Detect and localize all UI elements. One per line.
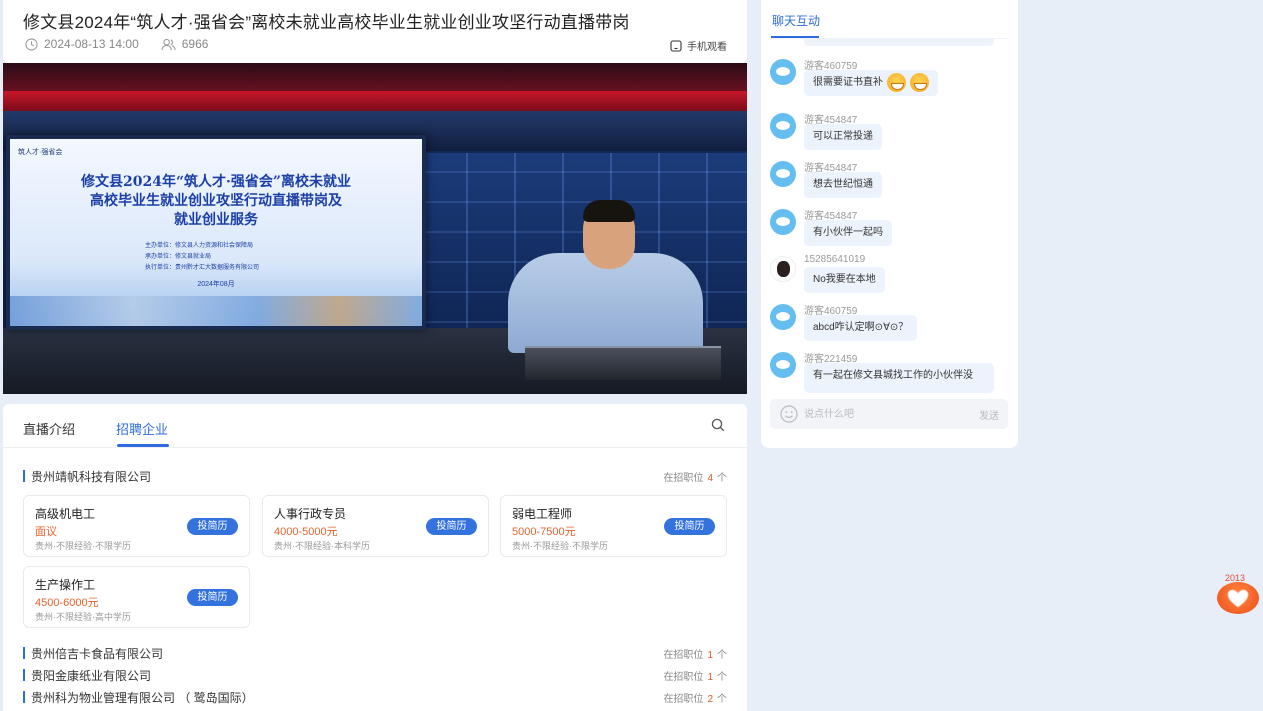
job-count: 在招职位 1 个 — [663, 672, 727, 683]
job-title: 人事行政专员 — [274, 507, 347, 521]
submit-resume-button[interactable]: 投简历 — [187, 518, 238, 535]
company-header[interactable]: 贵州靖帆科技有限公司 在招职位 4 个 — [23, 467, 727, 485]
like-button[interactable] — [1217, 582, 1259, 614]
city-skyline — [10, 296, 422, 326]
submit-resume-button[interactable]: 投简历 — [664, 518, 715, 535]
chat-panel: 聊天互动 游客460759 很需要证书直补 游客454847 可以正常投递 游客… — [761, 0, 1018, 448]
job-card[interactable]: 人事行政专员 4000-5000元 贵州·不限经验·本科学历 投简历 — [262, 495, 489, 557]
company-name: 贵州倍吉卡食品有限公司 — [31, 647, 164, 661]
screen-organizers: 主办单位：修文县人力资源和社会保障局 承办单位：修文县就业局 执行单位：贵州黔才… — [145, 243, 260, 271]
mobile-watch-button[interactable]: 手机观看 — [670, 38, 727, 53]
viewer-count-text: 6966 — [181, 37, 209, 51]
mobile-watch-label: 手机观看 — [687, 42, 727, 53]
studio-display-screen: 筑人才·强省会 修文县2024年“筑人才·强省会”离校未就业 高校毕业生就业创业… — [6, 135, 426, 330]
clock-icon — [25, 37, 38, 51]
avatar — [770, 113, 796, 139]
submit-resume-button[interactable]: 投简历 — [426, 518, 477, 535]
job-salary: 面议 — [35, 526, 57, 538]
job-salary: 4000-5000元 — [274, 526, 338, 538]
chat-bubble: abcd咋认定啊⊙∀⊙？ — [804, 315, 918, 341]
avatar — [770, 256, 796, 282]
heart-icon — [1227, 589, 1249, 608]
submit-resume-button[interactable]: 投简历 — [187, 589, 238, 606]
live-video-player[interactable]: 筑人才·强省会 修文县2024年“筑人才·强省会”离校未就业 高校毕业生就业创业… — [3, 63, 747, 394]
avatar — [770, 209, 796, 235]
screen-date: 2024年08月 — [197, 281, 235, 288]
job-count: 在招职位 2 个 — [663, 694, 727, 705]
emoji-icon[interactable] — [780, 405, 798, 423]
job-title: 生产操作工 — [35, 578, 96, 592]
chat-bubble: 很需要证书直补 — [804, 70, 938, 96]
company-header[interactable]: 贵州倍吉卡食品有限公司 在招职位 1 个 — [23, 644, 727, 662]
tab-chat[interactable]: 聊天互动 — [772, 12, 820, 29]
main-column: 修文县2024年“筑人才·强省会”离校未就业高校毕业生就业创业攻坚行动直播带岗 … — [3, 0, 747, 711]
tab-companies[interactable]: 招聘企业 — [116, 419, 168, 438]
job-requirements: 贵州·不限经验·本科学历 — [274, 541, 370, 551]
phone-icon — [670, 39, 682, 52]
avatar — [770, 59, 796, 85]
search-icon — [711, 418, 725, 432]
live-header: 修文县2024年“筑人才·强省会”离校未就业高校毕业生就业创业攻坚行动直播带岗 … — [3, 0, 747, 63]
job-count: 在招职位 1 个 — [663, 650, 727, 661]
job-count: 在招职位 4 个 — [663, 473, 727, 484]
avatar — [770, 161, 796, 187]
info-panel: 直播介绍 招聘企业 贵州靖帆科技有限公司 在招职位 4 个 高级机电工 面议 贵州·… — [3, 404, 747, 711]
viewer-count: 6966 — [161, 37, 209, 51]
grin-emoji-icon — [910, 72, 929, 92]
presenter-desk — [525, 346, 721, 380]
start-time-text: 2024-08-13 14:00 — [44, 37, 139, 51]
avatar — [770, 352, 796, 378]
job-requirements: 贵州·不限经验·高中学历 — [35, 612, 131, 622]
chat-input[interactable] — [804, 405, 954, 423]
chat-nickname: 15285641019 — [804, 254, 866, 265]
search-button[interactable] — [711, 418, 725, 437]
send-button[interactable]: 发送 — [979, 407, 999, 422]
job-card[interactable]: 弱电工程师 5000-7500元 贵州·不限经验·不限学历 投简历 — [500, 495, 727, 557]
chat-bubble: 可以正常投递 — [804, 124, 882, 150]
job-salary: 5000-7500元 — [512, 526, 576, 538]
company-name: 贵州科为物业管理有限公司 （ 鹭岛国际） — [31, 691, 254, 705]
job-requirements: 贵州·不限经验·不限学历 — [512, 541, 608, 551]
screen-title: 修文县2024年“筑人才·强省会”离校未就业 高校毕业生就业创业攻坚行动直播带岗… — [81, 174, 351, 228]
tab-bar: 直播介绍 招聘企业 — [3, 404, 747, 448]
job-card[interactable]: 高级机电工 面议 贵州·不限经验·不限学历 投简历 — [23, 495, 250, 557]
job-card[interactable]: 生产操作工 4500-6000元 贵州·不限经验·高中学历 投简历 — [23, 566, 250, 628]
company-header[interactable]: 贵州科为物业管理有限公司 （ 鹭岛国际） 在招职位 2 个 — [23, 688, 727, 706]
avatar — [770, 304, 796, 330]
tab-live-intro[interactable]: 直播介绍 — [23, 419, 75, 438]
page-title: 修文县2024年“筑人才·强省会”离校未就业高校毕业生就业创业攻坚行动直播带岗 — [23, 13, 630, 32]
active-tab-indicator — [117, 444, 169, 447]
chat-input-bar: 发送 — [770, 399, 1008, 429]
event-logo: 筑人才·强省会 — [18, 149, 63, 156]
chat-bubble: 想去世纪恒通 — [804, 172, 882, 198]
users-icon — [161, 38, 176, 50]
job-salary: 4500-6000元 — [35, 597, 99, 609]
job-title: 弱电工程师 — [512, 507, 573, 521]
job-requirements: 贵州·不限经验·不限学历 — [35, 541, 131, 551]
chat-bubble: No我要在本地 — [804, 267, 885, 293]
live-meta: 2024-08-13 14:00 6966 — [25, 37, 230, 51]
company-name: 贵州靖帆科技有限公司 — [31, 470, 152, 484]
company-header[interactable]: 贵阳金康纸业有限公司 在招职位 1 个 — [23, 666, 727, 684]
company-name: 贵阳金康纸业有限公司 — [31, 669, 152, 683]
job-title: 高级机电工 — [35, 507, 96, 521]
grin-emoji-icon — [887, 72, 906, 92]
chat-bubble: 有一起在修文县城找工作的小伙伴没 — [804, 363, 994, 393]
start-time: 2024-08-13 14:00 — [25, 37, 139, 51]
chat-bubble: 有小伙伴一起吗 — [804, 220, 892, 246]
previous-message-bubble — [804, 38, 994, 46]
